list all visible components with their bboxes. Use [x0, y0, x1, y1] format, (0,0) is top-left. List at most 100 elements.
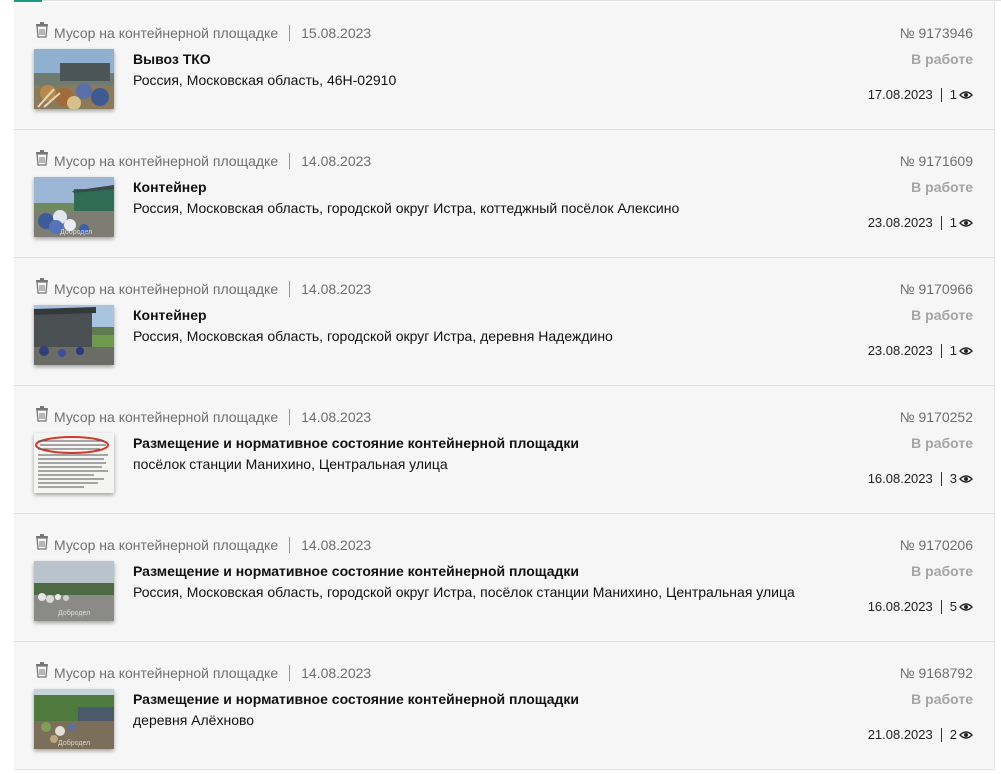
appeal-card[interactable]: Мусор на контейнерной площадке 14.08.2023… [14, 258, 994, 386]
appeals-list: Мусор на контейнерной площадке 15.08.2023… [14, 2, 995, 770]
eye-icon [959, 730, 973, 739]
category-label: Мусор на контейнерной площадке [54, 409, 279, 425]
appeal-number: № 9170206 [899, 537, 973, 553]
appeal-photo[interactable] [34, 305, 114, 365]
trash-bin-icon [36, 278, 48, 294]
eye-icon [959, 90, 973, 99]
status-badge: В работе [911, 51, 973, 67]
views-count: 3 [949, 471, 957, 486]
appeal-address: Россия, Московская область, 46Н-02910 [133, 72, 397, 88]
category-label: Мусор на контейнерной площадке [54, 153, 279, 169]
appeal-meta: Мусор на контейнерной площадке 14.08.2023 [54, 409, 371, 425]
appeal-number: № 9173946 [899, 25, 973, 41]
appeal-photo[interactable]: Добродел [34, 689, 114, 749]
separator [940, 471, 942, 486]
separator [940, 343, 942, 358]
separator [940, 727, 942, 742]
category-label: Мусор на контейнерной площадке [54, 537, 279, 553]
appeal-footer: 16.08.2023 5 [868, 599, 973, 614]
views-count: 2 [949, 727, 957, 742]
divider [42, 0, 1001, 1]
status-badge: В работе [911, 179, 973, 195]
appeal-title[interactable]: Размещение и нормативное состояние конте… [133, 435, 579, 451]
separator [289, 665, 291, 681]
appeal-meta: Мусор на контейнерной площадке 15.08.2023 [54, 25, 371, 41]
trash-bin-icon [36, 150, 48, 166]
appeal-title[interactable]: Размещение и нормативное состояние конте… [133, 563, 579, 579]
appeal-title[interactable]: Контейнер [133, 179, 207, 195]
separator [289, 409, 291, 425]
appeal-footer: 23.08.2023 1 [868, 215, 973, 230]
updated-date: 16.08.2023 [867, 471, 933, 486]
eye-icon [959, 602, 973, 611]
appeal-footer: 21.08.2023 2 [868, 727, 973, 742]
watermark-text: Добродел [60, 228, 92, 236]
appeal-title[interactable]: Контейнер [133, 307, 207, 323]
updated-date: 23.08.2023 [867, 215, 933, 230]
appeal-meta: Мусор на контейнерной площадке 14.08.2023 [54, 153, 371, 169]
appeal-footer: 17.08.2023 1 [868, 87, 973, 102]
appeal-address: Россия, Московская область, городской ок… [133, 584, 795, 600]
appeal-footer: 16.08.2023 3 [868, 471, 973, 486]
eye-icon [959, 346, 973, 355]
category-label: Мусор на контейнерной площадке [54, 25, 279, 41]
appeal-photo[interactable] [34, 49, 114, 109]
views-count: 5 [949, 599, 957, 614]
appeal-title[interactable]: Вывоз ТКО [133, 51, 211, 67]
eye-icon [959, 474, 973, 483]
separator [940, 87, 942, 102]
appeal-card[interactable]: Мусор на контейнерной площадке 14.08.2023… [14, 130, 994, 258]
appeal-number: № 9170252 [899, 409, 973, 425]
appeal-meta: Мусор на контейнерной площадке 14.08.2023 [54, 281, 371, 297]
category-label: Мусор на контейнерной площадке [54, 665, 279, 681]
category-label: Мусор на контейнерной площадке [54, 281, 279, 297]
appeal-meta: Мусор на контейнерной площадке 14.08.2023 [54, 665, 371, 681]
appeal-photo[interactable]: Добродел [34, 561, 114, 621]
separator [940, 215, 942, 230]
eye-icon [959, 218, 973, 227]
appeal-card[interactable]: Мусор на контейнерной площадке 14.08.2023… [14, 386, 994, 514]
status-badge: В работе [911, 435, 973, 451]
updated-date: 21.08.2023 [867, 727, 933, 742]
views-count: 1 [949, 343, 957, 358]
updated-date: 16.08.2023 [867, 599, 933, 614]
created-date: 14.08.2023 [301, 281, 372, 297]
created-date: 14.08.2023 [301, 665, 372, 681]
appeal-footer: 23.08.2023 1 [868, 343, 973, 358]
trash-bin-icon [36, 22, 48, 38]
appeal-address: посёлок станции Манихино, Центральная ул… [133, 456, 448, 472]
appeal-address: деревня Алёхново [133, 712, 255, 728]
views-count: 1 [949, 87, 957, 102]
appeal-address: Россия, Московская область, городской ок… [133, 200, 680, 216]
appeal-card[interactable]: Мусор на контейнерной площадке 14.08.2023… [14, 514, 994, 642]
separator [289, 281, 291, 297]
appeal-meta: Мусор на контейнерной площадке 14.08.2023 [54, 537, 371, 553]
appeal-photo[interactable] [34, 433, 114, 493]
appeal-address: Россия, Московская область, городской ок… [133, 328, 613, 344]
watermark-text: Добродел [58, 739, 90, 747]
status-badge: В работе [911, 307, 973, 323]
appeal-number: № 9168792 [899, 665, 973, 681]
watermark-text: Добродел [58, 609, 90, 617]
updated-date: 17.08.2023 [867, 87, 933, 102]
views-count: 1 [949, 215, 957, 230]
created-date: 14.08.2023 [301, 409, 372, 425]
status-badge: В работе [911, 563, 973, 579]
updated-date: 23.08.2023 [867, 343, 933, 358]
separator [289, 537, 291, 553]
appeal-number: № 9171609 [899, 153, 973, 169]
appeal-number: № 9170966 [899, 281, 973, 297]
created-date: 14.08.2023 [301, 153, 372, 169]
appeal-card[interactable]: Мусор на контейнерной площадке 14.08.2023… [14, 642, 994, 770]
separator [289, 25, 291, 41]
created-date: 15.08.2023 [301, 25, 372, 41]
separator [940, 599, 942, 614]
trash-bin-icon [36, 662, 48, 678]
trash-bin-icon [36, 534, 48, 550]
created-date: 14.08.2023 [301, 537, 372, 553]
appeal-card[interactable]: Мусор на контейнерной площадке 15.08.2023… [14, 2, 994, 130]
status-badge: В работе [911, 691, 973, 707]
appeal-photo[interactable]: Добродел [34, 177, 114, 237]
trash-bin-icon [36, 406, 48, 422]
appeal-title[interactable]: Размещение и нормативное состояние конте… [133, 691, 579, 707]
